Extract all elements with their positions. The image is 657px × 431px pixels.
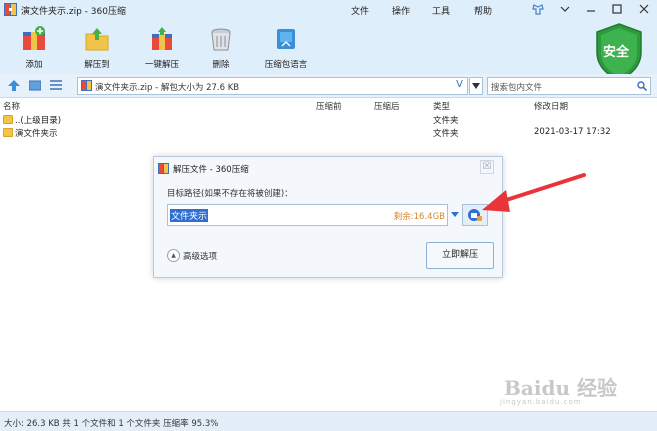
target-path-label: 目标路径(如果不存在将被创建)： (167, 189, 293, 199)
status-bar: 大小: 26.3 KB 共 1 个文件和 1 个文件夹 压缩率 95.3% (0, 411, 657, 431)
delete-button[interactable]: 删除 (193, 20, 249, 74)
extract-dialog: 解压文件 - 360压缩 ☒ 目标路径(如果不存在将被创建)： 文件夹示 剩余:… (153, 156, 503, 278)
folder-icon (3, 115, 13, 124)
list-view-icon[interactable] (50, 80, 62, 91)
status-text: 大小: 26.3 KB 共 1 个文件和 1 个文件夹 压缩率 95.3% (4, 419, 219, 429)
chevron-down-icon (472, 83, 480, 89)
file-name: ..(上级目录) (15, 116, 62, 126)
column-original-size[interactable]: 压缩前 (316, 100, 342, 112)
menu-help[interactable]: 帮助 (474, 4, 492, 17)
delete-label: 删除 (212, 60, 230, 70)
window-title: 演文件夹示.zip - 360压缩 (21, 7, 126, 17)
list-item[interactable]: 演文件夹示 文件夹 2021-03-17 17:32 (0, 126, 657, 139)
column-compressed-size[interactable]: 压缩后 (374, 100, 400, 112)
path-dropdown-toggle[interactable]: V (456, 79, 463, 90)
expand-icon: ▲ (167, 249, 180, 262)
column-header: 名称 压缩前 压缩后 类型 修改日期 (0, 98, 657, 112)
file-type: 文件夹 (433, 129, 459, 139)
archive-icon (81, 80, 92, 91)
path-field[interactable]: 演文件夹示.zip - 解包大小为 27.6 KB V (77, 77, 468, 95)
skin-icon[interactable] (531, 2, 545, 16)
security-label: 安全 (603, 45, 630, 60)
file-date: 2021-03-17 17:32 (534, 127, 611, 137)
list-item[interactable]: ..(上级目录) 文件夹 (0, 113, 657, 126)
up-arrow-icon[interactable] (8, 80, 20, 91)
dialog-title: 解压文件 - 360压缩 (173, 165, 249, 175)
app-logo-icon (4, 3, 17, 16)
dialog-logo-icon (158, 163, 169, 174)
watermark-logo: Baidu 经验 (504, 376, 617, 400)
column-type[interactable]: 类型 (433, 100, 450, 112)
thumbnail-view-icon[interactable] (29, 80, 41, 91)
menu-operation[interactable]: 操作 (392, 4, 410, 17)
minimize-icon[interactable] (584, 2, 598, 16)
menu-file[interactable]: 文件 (351, 4, 369, 17)
column-modified-date[interactable]: 修改日期 (534, 100, 568, 112)
path-history-dropdown[interactable] (469, 77, 483, 95)
one-click-extract-icon (152, 27, 172, 50)
file-name: 演文件夹示 (15, 129, 58, 139)
menu-tools[interactable]: 工具 (432, 4, 450, 17)
maximize-icon[interactable] (610, 2, 624, 16)
one-click-extract-label: 一键解压 (144, 60, 179, 70)
folder-icon (3, 128, 13, 137)
toolbar: 添加 解压到 一键解压 删除 压缩包语言 安全 (0, 20, 657, 81)
extract-now-button[interactable]: 立即解压 (426, 242, 494, 269)
close-icon[interactable] (637, 2, 651, 16)
address-bar: 演文件夹示.zip - 解包大小为 27.6 KB V 搜索包内文件 (0, 74, 657, 98)
watermark-url: jingyan.baidu.com (500, 398, 582, 406)
watermark: Baidu 经验 jingyan.baidu.com (500, 372, 625, 412)
extract-to-label: 解压到 (84, 60, 110, 70)
annotation-arrow (482, 173, 586, 212)
extract-to-button[interactable]: 解压到 (69, 20, 125, 74)
file-type: 文件夹 (433, 116, 459, 126)
trash-icon (211, 28, 231, 51)
free-space-text: 剩余:16.4GB (393, 212, 445, 222)
path-dropdown-arrow-icon[interactable] (449, 207, 461, 221)
add-button[interactable]: 添加 (6, 20, 62, 74)
archive-language-label: 压缩包语言 (264, 60, 308, 70)
archive-language-button[interactable]: 压缩包语言 (258, 20, 314, 74)
target-path-value: 文件夹示 (170, 209, 209, 222)
target-path-input[interactable]: 文件夹示 剩余:16.4GB (167, 204, 448, 226)
search-icon[interactable] (637, 81, 647, 91)
title-bar: 演文件夹示.zip - 360压缩 文件 操作 工具 帮助 (0, 0, 657, 20)
security-shield[interactable]: 安全 (594, 22, 644, 82)
advanced-options-label: 高级选项 (183, 252, 218, 262)
one-click-extract-button[interactable]: 一键解压 (134, 20, 190, 74)
extract-to-icon (85, 28, 109, 51)
archive-language-icon (277, 29, 295, 49)
path-text: 演文件夹示.zip - 解包大小为 27.6 KB (95, 83, 240, 93)
add-archive-icon (23, 26, 45, 50)
search-input[interactable]: 搜索包内文件 (487, 77, 651, 95)
column-name[interactable]: 名称 (3, 100, 20, 112)
add-label: 添加 (25, 60, 43, 70)
settings-arrow-icon[interactable] (558, 2, 572, 16)
search-placeholder: 搜索包内文件 (491, 83, 543, 93)
